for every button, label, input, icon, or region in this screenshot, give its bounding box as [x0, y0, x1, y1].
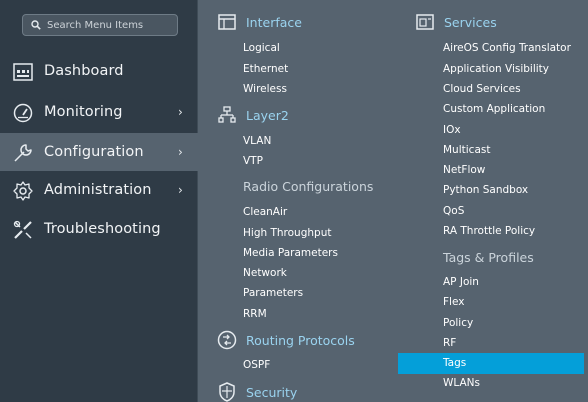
- menu-item-tags[interactable]: Tags: [443, 357, 466, 369]
- menu-item-cloud-services[interactable]: Cloud Services: [443, 83, 521, 95]
- sidebar-item-label: Monitoring: [44, 104, 123, 120]
- menu-item-application-visibility[interactable]: Application Visibility: [443, 63, 549, 75]
- section-tags-profiles: Tags & Profiles: [443, 250, 534, 265]
- search-box[interactable]: [22, 14, 178, 36]
- menu-item-qos[interactable]: QoS: [443, 205, 464, 217]
- menu-item-rf[interactable]: RF: [443, 337, 456, 349]
- search-input[interactable]: [47, 19, 167, 31]
- menu-item-ethernet[interactable]: Ethernet: [243, 63, 288, 75]
- services-icon: [414, 12, 436, 32]
- sidebar-item-monitoring[interactable]: Monitoring ›: [0, 93, 198, 131]
- sidebar-item-troubleshooting[interactable]: Troubleshooting: [0, 210, 198, 248]
- window-icon: [216, 12, 238, 32]
- menu-item-ospf[interactable]: OSPF: [243, 359, 270, 371]
- sidebar-item-label: Troubleshooting: [44, 221, 161, 237]
- menu-item-ap-join[interactable]: AP Join: [443, 276, 479, 288]
- search-icon: [31, 20, 41, 30]
- menu-item-network[interactable]: Network: [243, 267, 287, 279]
- sidebar-item-label: Configuration: [44, 144, 144, 160]
- section-radio-configurations: Radio Configurations: [243, 179, 373, 194]
- section-services: Services: [414, 12, 497, 32]
- highlighted-row: [398, 353, 584, 374]
- routing-icon: [216, 330, 238, 350]
- menu-item-custom-application[interactable]: Custom Application: [443, 103, 545, 115]
- dashboard-icon: [12, 61, 34, 83]
- menu-item-wireless[interactable]: Wireless: [243, 83, 287, 95]
- section-layer2: Layer2: [216, 105, 289, 125]
- wrench-icon: [12, 142, 34, 164]
- gauge-icon: [12, 102, 34, 124]
- chevron-right-icon: ›: [178, 145, 183, 159]
- gear-icon: [12, 180, 34, 202]
- sidebar: Dashboard Monitoring › Configuration ›: [0, 0, 198, 402]
- sidebar-item-administration[interactable]: Administration ›: [0, 171, 198, 209]
- section-title: Routing Protocols: [246, 332, 355, 348]
- menu-item-vlan[interactable]: VLAN: [243, 135, 271, 147]
- menu-item-rrm[interactable]: RRM: [243, 308, 267, 320]
- section-routing-protocols: Routing Protocols: [216, 330, 355, 350]
- section-title: Radio Configurations: [243, 179, 374, 194]
- menu-item-vtp[interactable]: VTP: [243, 155, 263, 167]
- chevron-right-icon: ›: [178, 105, 183, 119]
- section-title: Services: [444, 14, 497, 30]
- network-tree-icon: [216, 105, 238, 125]
- chevron-right-icon: ›: [178, 183, 183, 197]
- menu-item-parameters[interactable]: Parameters: [243, 287, 303, 299]
- sidebar-item-dashboard[interactable]: Dashboard: [0, 52, 198, 90]
- section-title: Tags & Profiles: [443, 250, 534, 265]
- section-title: Security: [246, 384, 298, 400]
- section-title: Interface: [246, 14, 302, 30]
- menu-item-multicast[interactable]: Multicast: [443, 144, 490, 156]
- menu-item-python-sandbox[interactable]: Python Sandbox: [443, 184, 528, 196]
- sidebar-item-label: Dashboard: [44, 63, 124, 79]
- menu-item-logical[interactable]: Logical: [243, 42, 280, 54]
- menu-item-iox[interactable]: IOx: [443, 124, 461, 136]
- section-interface: Interface: [216, 12, 302, 32]
- menu-item-cleanair[interactable]: CleanAir: [243, 206, 287, 218]
- menu-item-netflow[interactable]: NetFlow: [443, 164, 485, 176]
- shield-icon: [216, 382, 238, 402]
- menu-item-flex[interactable]: Flex: [443, 296, 464, 308]
- menu-item-wlans[interactable]: WLANs: [443, 377, 480, 389]
- sidebar-item-configuration[interactable]: Configuration ›: [0, 133, 198, 171]
- menu-item-media-parameters[interactable]: Media Parameters: [243, 247, 338, 259]
- menu-item-policy[interactable]: Policy: [443, 317, 473, 329]
- sidebar-item-label: Administration: [44, 182, 152, 198]
- tools-icon: [12, 219, 34, 241]
- section-title: Layer2: [246, 107, 289, 123]
- menu-item-ra-throttle-policy[interactable]: RA Throttle Policy: [443, 225, 535, 237]
- menu-item-high-throughput[interactable]: High Throughput: [243, 227, 331, 239]
- section-security: Security: [216, 382, 297, 402]
- menu-item-aireos-config-translator[interactable]: AireOS Config Translator: [443, 42, 571, 54]
